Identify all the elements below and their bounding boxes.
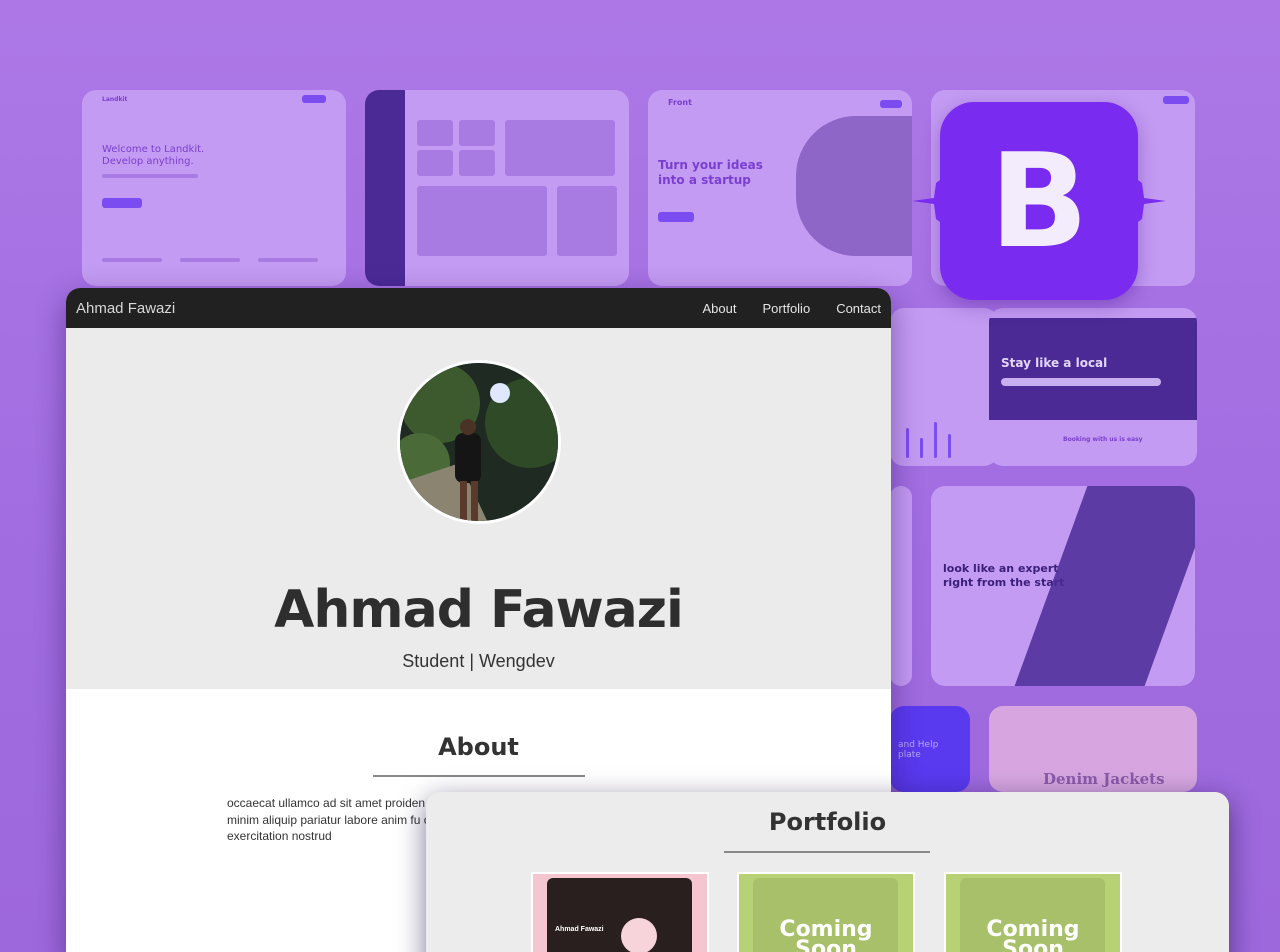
- front-logo: Front: [668, 98, 692, 107]
- denim-headline: Denim Jackets: [1043, 770, 1165, 788]
- expert-headline-2: right from the start: [943, 576, 1065, 589]
- bootstrap-logo: B: [912, 102, 1166, 300]
- portfolio-item-3[interactable]: Coming Soon: [944, 872, 1122, 952]
- bg-card-stay: Stay like a local Booking with us is eas…: [989, 308, 1197, 466]
- bg-card-landkit: Landkit Welcome to Landkit. Develop anyt…: [82, 90, 346, 286]
- front-headline: Turn your ideas into a startup: [658, 158, 763, 187]
- nav-link-about[interactable]: About: [703, 301, 737, 316]
- hero-section: Ahmad Fawazi Student | Wengdev: [66, 328, 891, 689]
- bg-card-expert: look like an expert right from the start: [931, 486, 1195, 686]
- portfolio-item-2-label: Coming Soon: [779, 917, 873, 952]
- navbar: Ahmad Fawazi About Portfolio Contact: [66, 288, 891, 328]
- bootstrap-logo-letter: B: [989, 125, 1089, 277]
- hero-name: Ahmad Fawazi: [274, 580, 684, 640]
- stay-caption: Booking with us is easy: [1063, 436, 1143, 443]
- bg-card-dashboard: [365, 90, 629, 286]
- expert-headline-1: look like an expert: [943, 562, 1059, 575]
- portfolio-title: Portfolio: [768, 808, 887, 836]
- portfolio-divider: [724, 851, 930, 853]
- blue-text: and Help plate: [898, 740, 939, 760]
- hero-subtitle: Student | Wengdev: [402, 651, 555, 671]
- portfolio-item-2[interactable]: Coming Soon: [737, 872, 915, 952]
- stay-headline: Stay like a local: [1001, 356, 1108, 370]
- landkit-headline-2: Develop anything.: [102, 156, 194, 167]
- nav-link-portfolio[interactable]: Portfolio: [762, 301, 810, 316]
- nav-links: About Portfolio Contact: [703, 301, 882, 316]
- portfolio-window: Portfolio Ahmad Fawazi Coming Soon Comin…: [426, 792, 1229, 952]
- portfolio-item-1[interactable]: Ahmad Fawazi: [531, 872, 709, 952]
- avatar: [397, 360, 561, 524]
- about-title: About: [438, 733, 519, 761]
- bg-card-blue: and Help plate: [890, 706, 970, 792]
- landkit-headline-1: Welcome to Landkit.: [102, 144, 205, 155]
- portfolio-item-1-title: Ahmad Fawazi: [555, 926, 604, 933]
- bg-card-denim: Denim Jackets: [989, 706, 1197, 792]
- bg-card-front: Front Turn your ideas into a startup: [648, 90, 912, 286]
- about-divider: [373, 775, 585, 777]
- bg-card-side: [890, 486, 912, 686]
- navbar-brand[interactable]: Ahmad Fawazi: [76, 300, 175, 317]
- nav-link-contact[interactable]: Contact: [836, 301, 881, 316]
- bg-card-chart: [890, 308, 998, 466]
- landkit-logo: Landkit: [102, 96, 128, 103]
- avatar-photo: [400, 363, 558, 521]
- portfolio-item-3-label: Coming Soon: [986, 917, 1080, 952]
